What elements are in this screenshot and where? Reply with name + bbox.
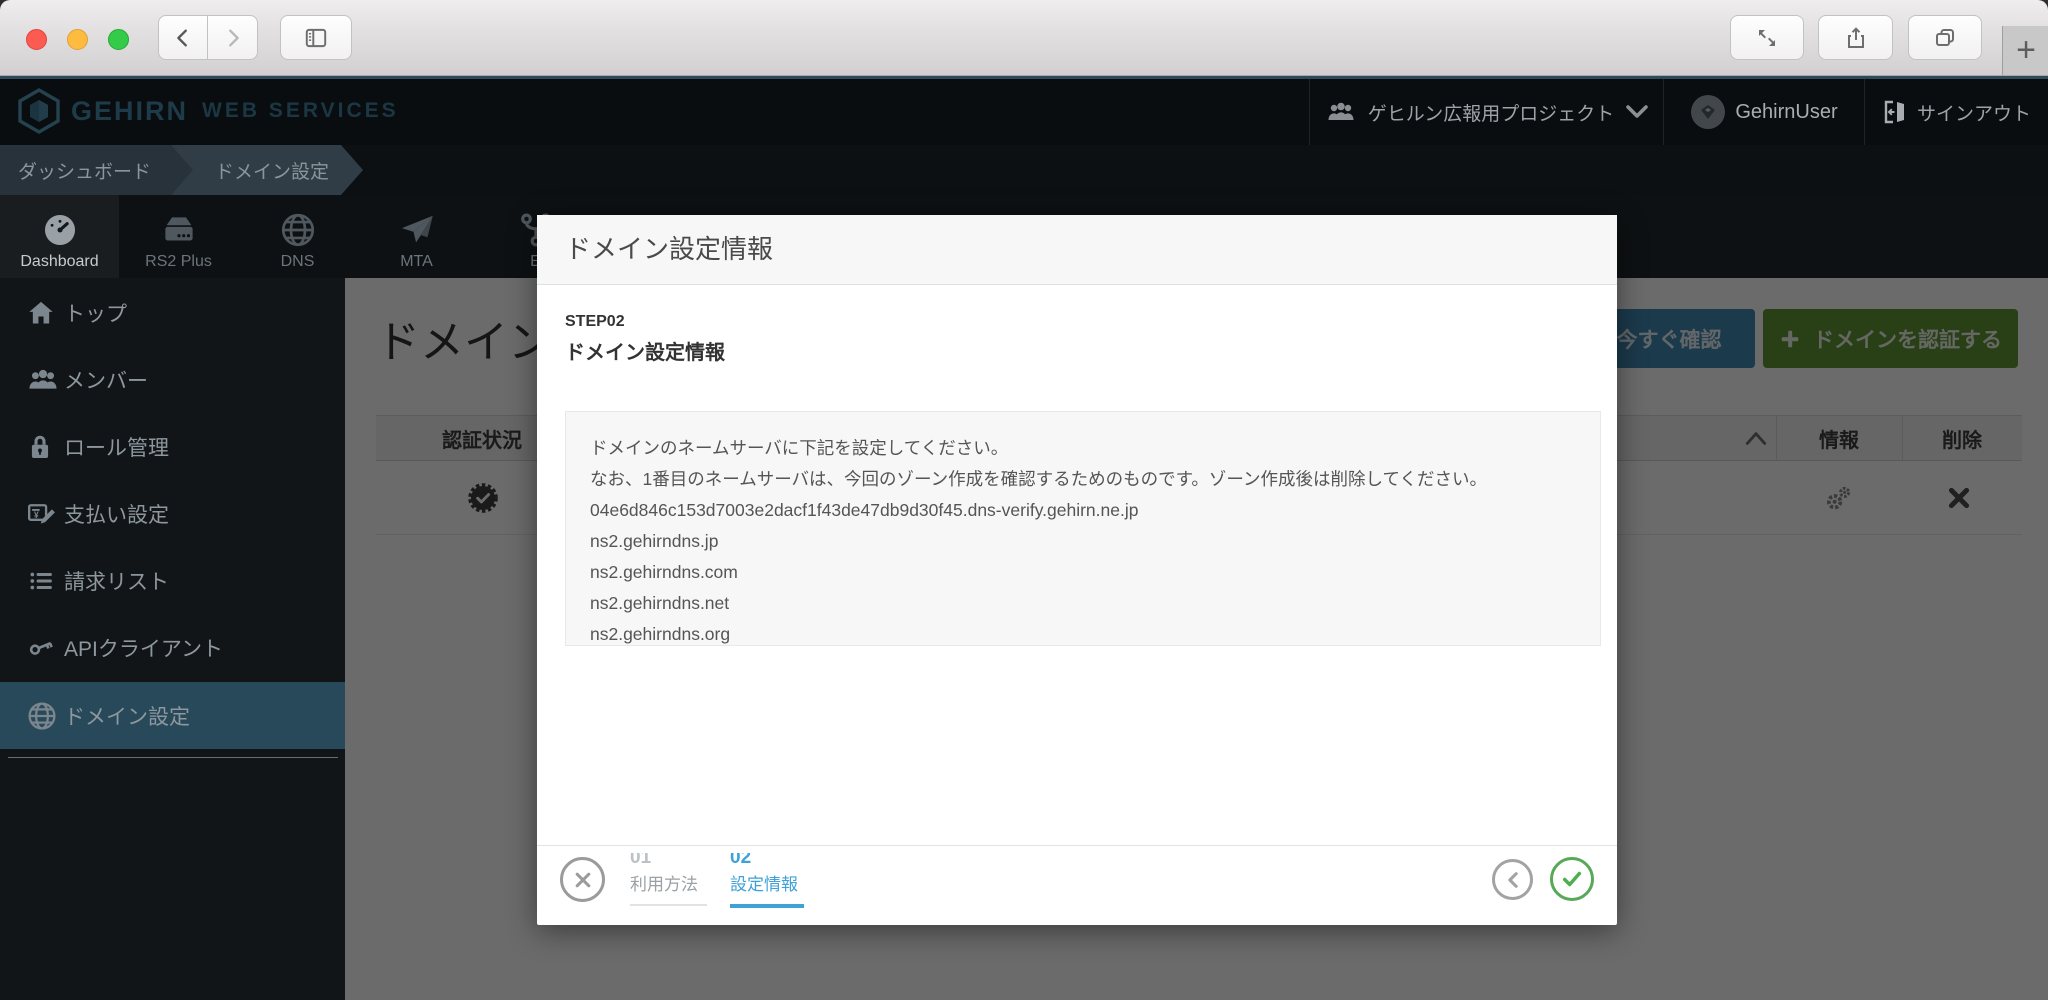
modal-step-title: ドメイン設定情報 [565,336,725,365]
modal-header: ドメイン設定情報 [537,215,1617,285]
signout-label: サインアウト [1917,99,2031,126]
payment-settings-icon: ¥ [26,500,58,528]
sidebar-item-invoices[interactable]: 請求リスト [0,548,345,614]
service-tab-dns[interactable]: DNS [238,195,357,278]
home-icon [26,299,58,327]
list-icon [26,568,58,594]
service-label: MTA [400,253,433,271]
breadcrumb-label: ダッシュボード [18,157,151,184]
step-label: 設定情報 [730,870,804,895]
domain-settings-modal: ドメイン設定情報 STEP02 ドメイン設定情報 ドメインのネームサーバに下記を… [537,215,1617,925]
macos-toolbar: + [0,0,2048,76]
sidebar: トップ メンバー ロール管理 ¥ 支払い設定 請求リスト [0,278,345,1000]
tab-overview-button[interactable] [1908,15,1982,60]
step-underline [730,904,804,908]
sidebar-item-label: 請求リスト [64,566,169,596]
breadcrumb: ダッシュボード ドメイン設定 [0,145,2048,195]
sidebar-divider [8,757,338,758]
breadcrumb-item-domain-settings[interactable]: ドメイン設定 [171,145,363,195]
sidebar-item-label: APIクライアント [64,633,223,663]
breadcrumb-label: ドメイン設定 [215,157,329,184]
sidebar-item-members[interactable]: メンバー [0,347,345,413]
step-label: 利用方法 [630,870,707,895]
brand-name: GEHIRN [71,96,188,127]
user-menu[interactable]: GehirnUser [1663,79,1865,145]
step-number: 01 [630,853,707,868]
sidebar-item-label: ドメイン設定 [64,701,190,731]
window-close-button[interactable] [26,29,47,50]
window-zoom-button[interactable] [108,29,129,50]
people-icon [1326,100,1356,124]
new-tab-button[interactable]: + [2002,26,2048,75]
service-tab-rs2plus[interactable]: RS2 Plus [119,195,238,278]
gehirn-hexagon-logo-icon [17,88,61,134]
fullscreen-icon [1755,26,1779,50]
globe-icon [279,211,317,249]
chevron-left-icon [172,27,194,49]
signout-icon [1883,99,1907,125]
tabs-icon [1933,26,1957,50]
window-minimize-button[interactable] [67,29,88,50]
svg-text:¥: ¥ [34,510,39,520]
sidebar-item-api-clients[interactable]: APIクライアント [0,615,345,681]
brand-logo[interactable]: GEHIRN WEB SERVICES [17,88,399,134]
sidebar-toggle-button[interactable] [280,15,352,60]
wizard-step-1[interactable]: 01 利用方法 [630,854,707,906]
back-button[interactable] [158,15,208,60]
user-name: GehirnUser [1735,101,1837,124]
step-number: 02 [730,853,804,868]
sidebar-item-label: 支払い設定 [64,499,169,529]
chevron-left-icon [1505,871,1521,889]
breadcrumb-item-dashboard[interactable]: ダッシュボード [0,145,193,195]
modal-title: ドメイン設定情報 [565,215,773,284]
paper-plane-icon [397,211,437,249]
signout-button[interactable]: サインアウト [1864,79,2048,145]
modal-footer: 01 利用方法 02 設定情報 [537,845,1617,925]
service-tab-mta[interactable]: MTA [357,195,476,278]
plus-icon: + [2016,31,2036,70]
brand-suffix: WEB SERVICES [202,99,399,123]
lock-icon [26,432,58,462]
forward-button[interactable] [208,15,258,60]
project-switcher[interactable]: ゲヒルン広報用プロジェクト [1309,79,1664,145]
chevron-right-icon [222,27,244,49]
members-icon [26,367,58,393]
nameserver-info-box: ドメインのネームサーバに下記を設定してください。 なお、1番目のネームサーバは、… [565,411,1601,646]
service-label: DNS [281,253,315,271]
sidebar-item-domain-settings[interactable]: ドメイン設定 [0,682,345,749]
step-underline [630,904,707,906]
service-tab-dashboard[interactable]: Dashboard [0,195,119,278]
fullscreen-button[interactable] [1730,15,1804,60]
gauge-icon [41,211,79,249]
key-icon [26,635,58,661]
globe-icon [26,700,58,732]
modal-step-label: STEP02 [565,313,625,331]
sidebar-item-payment[interactable]: ¥ 支払い設定 [0,481,345,547]
sidebar-item-label: トップ [64,298,127,328]
sidebar-item-label: メンバー [64,365,148,395]
modal-close-button[interactable] [560,857,605,902]
share-icon [1844,26,1868,50]
nav-button-group [158,15,258,60]
modal-confirm-button[interactable] [1550,857,1594,901]
share-button[interactable] [1818,15,1893,60]
service-label: Dashboard [20,253,98,271]
sidebar-toggle-icon [303,25,329,51]
avatar [1691,95,1725,129]
close-x-icon [573,870,593,890]
service-label: RS2 Plus [145,253,212,271]
modal-back-button[interactable] [1492,859,1533,900]
check-icon [1561,869,1583,889]
project-name: ゲヒルン広報用プロジェクト [1368,99,1615,126]
sidebar-item-top[interactable]: トップ [0,280,345,346]
wizard-step-2-active[interactable]: 02 設定情報 [730,854,804,908]
sidebar-item-roles[interactable]: ロール管理 [0,414,345,480]
app-header: GEHIRN WEB SERVICES ゲヒルン広報用プロジェクト Gehirn… [0,79,2048,145]
server-icon [159,211,199,249]
app-window: + GEHIRN WEB SERVICES ゲヒルン広報用プロジェクト Ge [0,0,2048,1000]
sidebar-item-label: ロール管理 [64,432,169,462]
chevron-down-icon [1626,105,1648,119]
